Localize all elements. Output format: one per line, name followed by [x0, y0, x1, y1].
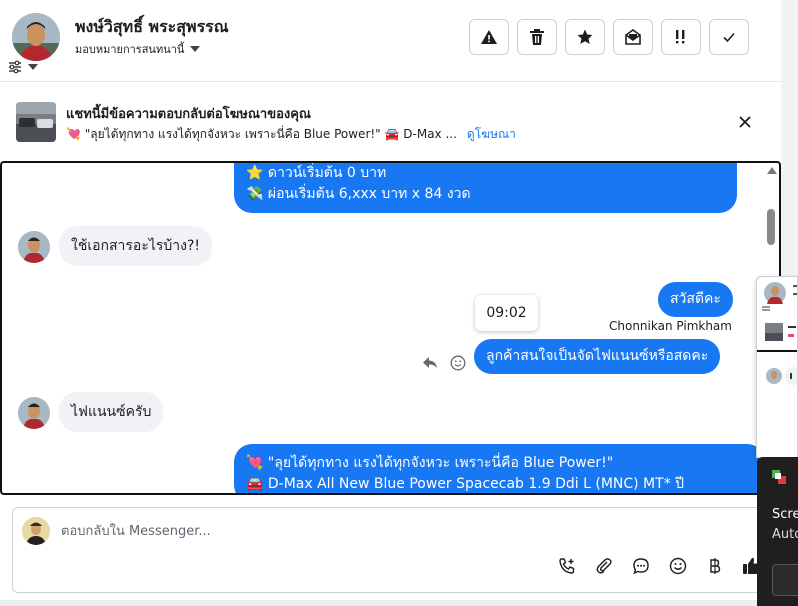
conversation-actions: [469, 19, 749, 55]
ad-banner-text-row: 💘 "ลุยได้ทุกทาง แรงได้ทุกจังหวะ เพราะนี่…: [66, 125, 516, 144]
filter-button[interactable]: [8, 60, 38, 74]
contact-avatar[interactable]: [12, 13, 60, 61]
minimized-chat-preview: [757, 282, 797, 385]
reply-input[interactable]: [61, 520, 741, 542]
mark-spam-button[interactable]: [469, 19, 509, 55]
chat-bubble-dots-icon: [633, 558, 649, 575]
mark-done-button[interactable]: [709, 19, 749, 55]
baht-icon: [710, 558, 721, 574]
outgoing-message[interactable]: 💘 "ลุยได้ทุกทาง แรงได้ทุกจังหวะ เพราะนี่…: [234, 444, 765, 493]
ad-banner-title: แชทนี้มีข้อความตอบกลับต่อโฆษณาของคุณ: [66, 107, 311, 122]
scroll-up-arrow-icon[interactable]: [767, 167, 777, 174]
payment-button[interactable]: [705, 556, 725, 576]
notification-popup: Scre Auto: [757, 457, 798, 606]
double-exclamation-icon: [676, 30, 685, 44]
chevron-down-icon: [28, 64, 38, 70]
close-banner-button[interactable]: [736, 113, 754, 131]
message-thread[interactable]: ⭐ ดาวน์เริ่มต้น 0 บาท 💸 ผ่อนเริ่มต้น 6,x…: [0, 161, 781, 495]
delete-button[interactable]: [517, 19, 557, 55]
incoming-message[interactable]: ใช้เอกสารอะไรบ้าง?!: [59, 226, 213, 266]
contact-name: พงษ์วิสุทธิ์ พระสุพรรณ: [75, 17, 229, 36]
app-icon: [772, 470, 786, 484]
attach-button[interactable]: [594, 556, 614, 576]
bottom-edge: [0, 600, 757, 606]
smiley-icon: [669, 557, 687, 575]
mark-unread-button[interactable]: [613, 19, 653, 55]
secondary-chat-window[interactable]: [756, 276, 798, 458]
saved-replies-button[interactable]: [631, 556, 651, 576]
reply-icon[interactable]: [422, 356, 438, 370]
page-avatar: [22, 517, 50, 545]
message-line: 💘 "ลุยได้ทุกทาง แรงได้ทุกจังหวะ เพราะนี่…: [246, 455, 614, 471]
paperclip-icon: [596, 558, 612, 574]
notification-subtitle: Auto: [772, 527, 798, 542]
ad-snippet: 💘 "ลุยได้ทุกทาง แรงได้ทุกจังหวะ เพราะนี่…: [66, 127, 457, 141]
outgoing-message[interactable]: สวัสดีคะ: [658, 282, 733, 317]
star-button[interactable]: [565, 19, 605, 55]
message-hover-actions: [422, 355, 466, 371]
contact-avatar-small: [18, 397, 50, 429]
phone-plus-icon: [559, 558, 575, 574]
outgoing-message[interactable]: ลูกค้าสนใจเป็นจัดไฟแนนซ์หรือสดคะ: [474, 339, 721, 374]
ad-reply-banner: แชทนี้มีข้อความตอบกลับต่อโฆษณาของคุณ 💘 "…: [0, 82, 781, 160]
view-ad-link[interactable]: ดูโฆษณา: [467, 125, 516, 144]
open-envelope-icon: [625, 29, 641, 45]
message-line: ⭐ ดาวน์เริ่มต้น 0 บาท: [246, 165, 387, 181]
message-line: 💸 ผ่อนเริ่มต้น 6,xxx บาท x 84 งวด: [246, 186, 471, 202]
reply-composer: [12, 507, 770, 593]
close-icon: [739, 116, 751, 128]
message-time-tooltip: 09:02: [475, 295, 538, 331]
star-icon: [577, 29, 593, 44]
emoji-react-icon[interactable]: [450, 355, 466, 371]
ad-thumbnail[interactable]: [16, 102, 56, 142]
incoming-message[interactable]: ไฟแนนซ์ครับ: [59, 392, 164, 432]
outgoing-message[interactable]: ⭐ ดาวน์เริ่มต้น 0 บาท 💸 ผ่อนเริ่มต้น 6,x…: [234, 163, 737, 213]
message-line: 🚘 D-Max All New Blue Power Spacecab 1.9 …: [246, 476, 685, 492]
contact-avatar-small: [18, 231, 50, 263]
composer-toolbar: [557, 556, 762, 576]
trash-icon: [530, 29, 544, 45]
assign-conversation-dropdown[interactable]: มอบหมายการสนทนานี้: [75, 40, 201, 58]
checkmark-icon: [723, 32, 735, 43]
sender-name: Chonnikan Pimkham: [609, 319, 732, 333]
chevron-down-icon: [190, 46, 201, 52]
assign-label: มอบหมายการสนทนานี้: [75, 43, 185, 56]
notification-title: Scre: [772, 507, 798, 522]
warning-icon: [481, 30, 497, 44]
notification-action-button[interactable]: [772, 564, 798, 596]
filter-sliders-icon: [9, 60, 21, 74]
emoji-button[interactable]: [668, 556, 688, 576]
scrollbar-thumb[interactable]: [767, 209, 775, 245]
follow-up-button[interactable]: [661, 19, 701, 55]
call-button[interactable]: [557, 556, 577, 576]
conversation-header: พงษ์วิสุทธิ์ พระสุพรรณ มอบหมายการสนทนานี…: [0, 0, 781, 82]
